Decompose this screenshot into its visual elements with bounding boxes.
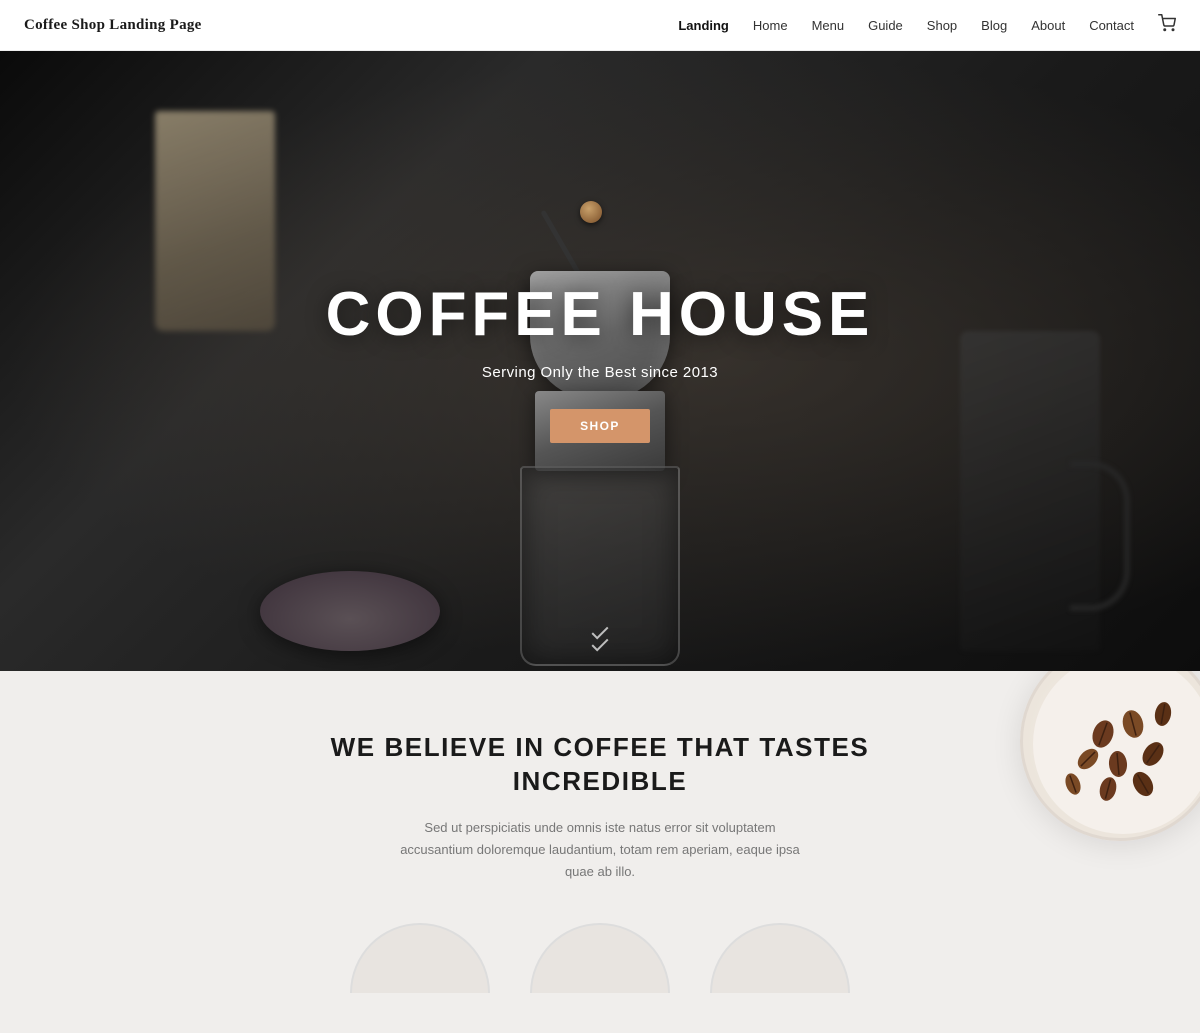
grinder-knob [580,201,602,223]
about-body-text: Sed ut perspiciatis unde omnis iste natu… [390,817,810,883]
hero-cta-button[interactable]: SHOP [550,409,650,443]
about-heading: WE BELIEVE IN COFFEE THAT TASTES INCREDI… [331,731,870,799]
circle-card-1 [350,923,490,993]
nav-guide[interactable]: Guide [868,18,903,33]
hero-section: COFFEE HOUSE Serving Only the Best since… [0,51,1200,671]
beans-bowl [260,571,440,651]
nav-home[interactable]: Home [753,18,788,33]
circle-card-2 [530,923,670,993]
hero-content: COFFEE HOUSE Serving Only the Best since… [326,279,875,443]
main-nav: Landing Home Menu Guide Shop Blog About … [678,14,1176,37]
nav-about[interactable]: About [1031,18,1065,33]
scroll-chevrons [592,627,608,647]
cart-icon[interactable] [1158,14,1176,37]
site-title: Coffee Shop Landing Page [24,17,202,34]
site-header: Coffee Shop Landing Page Landing Home Me… [0,0,1200,51]
nav-blog[interactable]: Blog [981,18,1007,33]
beans-bowl-decoration [1020,671,1200,841]
about-heading-line1: WE BELIEVE IN COFFEE THAT TASTES [331,732,870,762]
hero-title: COFFEE HOUSE [326,279,875,350]
nav-landing[interactable]: Landing [678,18,729,33]
about-section: WE BELIEVE IN COFFEE THAT TASTES INCREDI… [0,671,1200,1033]
nav-shop[interactable]: Shop [927,18,957,33]
scroll-indicator[interactable] [592,627,608,647]
about-heading-line2: INCREDIBLE [513,766,688,796]
french-press-handle [1070,461,1130,611]
coffee-bag [155,111,275,331]
hero-subtitle: Serving Only the Best since 2013 [326,364,875,381]
feature-circles-row [350,923,850,993]
nav-menu[interactable]: Menu [812,18,845,33]
nav-contact[interactable]: Contact [1089,18,1134,33]
circle-card-3 [710,923,850,993]
